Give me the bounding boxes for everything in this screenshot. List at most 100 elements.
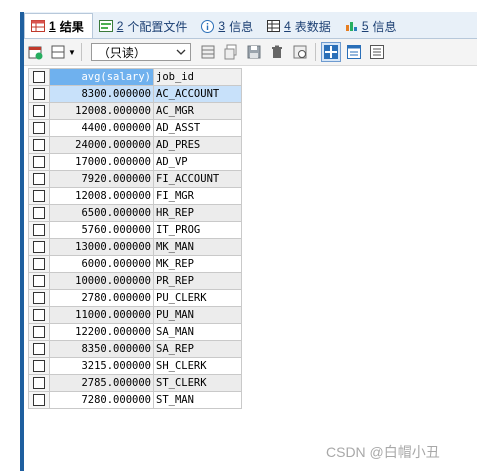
tab-results[interactable]: 1 结果 (24, 13, 93, 38)
text-view-button[interactable] (367, 42, 387, 62)
row-checkbox-cell[interactable] (28, 374, 50, 392)
cell-job-id[interactable]: IT_PROG (153, 221, 242, 239)
cell-avg-salary[interactable]: 12200.000000 (49, 323, 154, 341)
column-header-job-id[interactable]: job_id (153, 68, 242, 86)
cell-avg-salary[interactable]: 5760.000000 (49, 221, 154, 239)
grid-options-button[interactable] (49, 42, 69, 62)
export-button[interactable] (26, 42, 46, 62)
cell-avg-salary[interactable]: 2780.000000 (49, 289, 154, 307)
table-row[interactable]: 3215.000000 SH_CLERK (28, 357, 242, 375)
tab-info[interactable]: 3 信息 (195, 14, 261, 38)
table-row[interactable]: 7280.000000 ST_MAN (28, 391, 242, 409)
row-checkbox[interactable] (33, 377, 45, 389)
cell-job-id[interactable]: AD_ASST (153, 119, 242, 137)
row-checkbox-cell[interactable] (28, 340, 50, 358)
row-checkbox-cell[interactable] (28, 119, 50, 137)
cell-avg-salary[interactable]: 12008.000000 (49, 102, 154, 120)
row-checkbox-cell[interactable] (28, 391, 50, 409)
cell-job-id[interactable]: PU_CLERK (153, 289, 242, 307)
table-row[interactable]: 6500.000000 HR_REP (28, 204, 242, 222)
cell-job-id[interactable]: AD_PRES (153, 136, 242, 154)
cell-avg-salary[interactable]: 11000.000000 (49, 306, 154, 324)
row-checkbox[interactable] (33, 190, 45, 202)
cell-avg-salary[interactable]: 10000.000000 (49, 272, 154, 290)
row-checkbox-cell[interactable] (28, 255, 50, 273)
cell-avg-salary[interactable]: 8300.000000 (49, 85, 154, 103)
row-checkbox[interactable] (33, 88, 45, 100)
row-checkbox[interactable] (33, 394, 45, 406)
select-all-checkbox[interactable] (33, 71, 45, 83)
cell-job-id[interactable]: FI_ACCOUNT (153, 170, 242, 188)
cell-job-id[interactable]: FI_MGR (153, 187, 242, 205)
row-checkbox[interactable] (33, 241, 45, 253)
row-checkbox[interactable] (33, 173, 45, 185)
cell-job-id[interactable]: PU_MAN (153, 306, 242, 324)
row-checkbox-cell[interactable] (28, 170, 50, 188)
cell-job-id[interactable]: AC_MGR (153, 102, 242, 120)
row-checkbox[interactable] (33, 139, 45, 151)
table-row[interactable]: 7920.000000 FI_ACCOUNT (28, 170, 242, 188)
grid-view-button[interactable] (320, 42, 341, 62)
form-view-button[interactable] (344, 42, 364, 62)
table-row[interactable]: 2780.000000 PU_CLERK (28, 289, 242, 307)
table-row[interactable]: 24000.000000 AD_PRES (28, 136, 242, 154)
table-row[interactable]: 4400.000000 AD_ASST (28, 119, 242, 137)
row-checkbox[interactable] (33, 360, 45, 372)
cell-job-id[interactable]: SA_MAN (153, 323, 242, 341)
row-checkbox[interactable] (33, 258, 45, 270)
table-row[interactable]: 12200.000000 SA_MAN (28, 323, 242, 341)
cell-avg-salary[interactable]: 7920.000000 (49, 170, 154, 188)
table-row[interactable]: 11000.000000 PU_MAN (28, 306, 242, 324)
row-checkbox-cell[interactable] (28, 102, 50, 120)
cell-avg-salary[interactable]: 4400.000000 (49, 119, 154, 137)
tab-table-data[interactable]: 4 表数据 (261, 14, 339, 38)
cell-job-id[interactable]: AD_VP (153, 153, 242, 171)
tab-history-info[interactable]: 5 信息 (339, 14, 405, 38)
cell-job-id[interactable]: MK_MAN (153, 238, 242, 256)
cell-job-id[interactable]: PR_REP (153, 272, 242, 290)
cell-avg-salary[interactable]: 2785.000000 (49, 374, 154, 392)
dropdown-arrow-icon[interactable]: ▼ (68, 48, 76, 57)
row-checkbox-cell[interactable] (28, 323, 50, 341)
table-row[interactable]: 5760.000000 IT_PROG (28, 221, 242, 239)
row-checkbox[interactable] (33, 105, 45, 117)
cell-avg-salary[interactable]: 7280.000000 (49, 391, 154, 409)
cell-avg-salary[interactable]: 24000.000000 (49, 136, 154, 154)
duplicate-row-button[interactable] (221, 42, 241, 62)
refresh-button[interactable] (290, 42, 310, 62)
cell-avg-salary[interactable]: 8350.000000 (49, 340, 154, 358)
tab-profiles[interactable]: 2 个配置文件 (93, 14, 196, 38)
cell-job-id[interactable]: ST_CLERK (153, 374, 242, 392)
cell-avg-salary[interactable]: 3215.000000 (49, 357, 154, 375)
cell-job-id[interactable]: SH_CLERK (153, 357, 242, 375)
row-checkbox[interactable] (33, 207, 45, 219)
cell-job-id[interactable]: MK_REP (153, 255, 242, 273)
column-header-avg-salary[interactable]: avg(salary) (49, 68, 154, 86)
cell-job-id[interactable]: HR_REP (153, 204, 242, 222)
insert-row-button[interactable] (198, 42, 218, 62)
select-all-checkbox-cell[interactable] (28, 68, 50, 86)
row-checkbox-cell[interactable] (28, 204, 50, 222)
delete-button[interactable] (267, 42, 287, 62)
cell-job-id[interactable]: AC_ACCOUNT (153, 85, 242, 103)
row-checkbox-cell[interactable] (28, 221, 50, 239)
row-checkbox-cell[interactable] (28, 272, 50, 290)
edit-mode-select[interactable]: （只读） (90, 43, 191, 61)
row-checkbox-cell[interactable] (28, 238, 50, 256)
table-row[interactable]: 8300.000000 AC_ACCOUNT (28, 85, 242, 103)
row-checkbox-cell[interactable] (28, 153, 50, 171)
cell-avg-salary[interactable]: 6500.000000 (49, 204, 154, 222)
cell-avg-salary[interactable]: 12008.000000 (49, 187, 154, 205)
row-checkbox-cell[interactable] (28, 357, 50, 375)
cell-avg-salary[interactable]: 6000.000000 (49, 255, 154, 273)
row-checkbox[interactable] (33, 309, 45, 321)
row-checkbox[interactable] (33, 343, 45, 355)
row-checkbox[interactable] (33, 156, 45, 168)
cell-job-id[interactable]: SA_REP (153, 340, 242, 358)
cell-job-id[interactable]: ST_MAN (153, 391, 242, 409)
table-row[interactable]: 2785.000000 ST_CLERK (28, 374, 242, 392)
table-row[interactable]: 12008.000000 FI_MGR (28, 187, 242, 205)
table-row[interactable]: 6000.000000 MK_REP (28, 255, 242, 273)
row-checkbox-cell[interactable] (28, 306, 50, 324)
row-checkbox[interactable] (33, 292, 45, 304)
